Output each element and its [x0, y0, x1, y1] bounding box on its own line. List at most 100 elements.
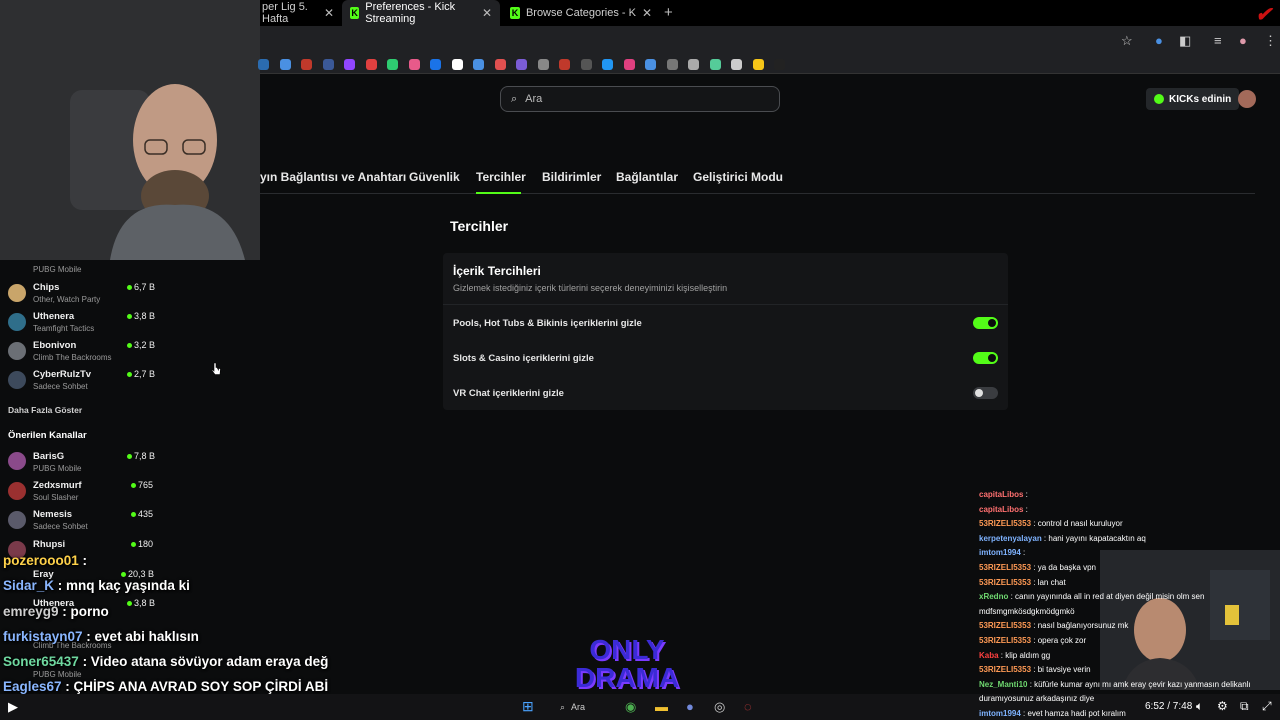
chat-text: : hani yayını kapatacaktın aq [1041, 533, 1146, 543]
discord-taskbar-icon[interactable]: ● [686, 699, 694, 714]
sidebar-channel-name[interactable]: Ebonivon [33, 340, 76, 351]
avatar[interactable] [8, 482, 26, 500]
kicks-button-label: KICKs edinin [1169, 93, 1232, 105]
sidebar-channel-name[interactable]: CyberRulzTv [33, 369, 91, 380]
settings-gear-icon[interactable]: ⚙ [1217, 699, 1228, 713]
tab-preferences[interactable]: K Preferences - Kick Streaming ✕ [342, 0, 500, 26]
toggle-hide-pools[interactable] [973, 317, 998, 329]
bookmark-icon[interactable] [688, 59, 699, 70]
bookmark-icon[interactable] [623, 59, 635, 70]
live-dot-icon [127, 454, 132, 459]
chat-username: Sidar_K [3, 578, 55, 593]
channel-category: Other, Watch Party [33, 295, 101, 304]
fullscreen-icon[interactable]: ⤢ [1262, 699, 1272, 714]
bookmark-icon[interactable] [365, 59, 377, 70]
taskbar-search[interactable]: ⌕ Ara [560, 700, 620, 714]
close-icon[interactable]: ✕ [324, 6, 334, 20]
bookmark-icon[interactable] [473, 59, 484, 70]
sidebar-channel-name[interactable]: Chips [33, 282, 59, 293]
extensions-puzzle-icon[interactable]: ◧ [1179, 33, 1191, 49]
avatar[interactable] [8, 371, 26, 389]
media-control-icon[interactable]: ≡ [1214, 33, 1222, 48]
close-icon[interactable]: ✕ [642, 6, 652, 20]
close-icon[interactable]: ✕ [482, 6, 492, 20]
toggle-hide-slots[interactable] [973, 352, 998, 364]
tab-divider [260, 193, 1255, 194]
viewer-count: 180 [138, 539, 154, 549]
chat-text: : control d nasıl kuruluyor [1031, 519, 1123, 529]
chat-text: : lan chat [1031, 577, 1066, 587]
new-tab-button[interactable]: + [664, 4, 673, 21]
bookmark-icon[interactable] [387, 59, 398, 70]
play-icon[interactable]: ▶ [8, 699, 18, 715]
folder-taskbar-icon[interactable]: ▬ [655, 699, 668, 714]
bookmark-icon[interactable] [709, 59, 721, 70]
tab-browse-categories[interactable]: K Browse Categories - Kick Strea ✕ [502, 0, 660, 26]
bookmark-icon[interactable] [645, 59, 656, 70]
bookmark-icon[interactable] [451, 59, 463, 70]
bookmark-icon[interactable] [344, 59, 355, 70]
profile-icon[interactable]: ● [1239, 33, 1247, 48]
tab-developer-mode[interactable]: Geliştirici Modu [693, 170, 783, 184]
stream-chat-message: capitaLibos : [979, 505, 1028, 514]
bookmark-icon[interactable] [322, 59, 334, 70]
avatar[interactable] [8, 342, 26, 360]
stream-chat-message: 53RIZELI5353 : opera çok zor [979, 636, 1086, 645]
stream-chat-message: imtom1994 : [979, 548, 1025, 557]
viewer-count: 435 [138, 509, 154, 519]
miniplayer-icon[interactable]: ⧉ [1240, 699, 1249, 714]
bookmark-icon[interactable] [602, 59, 613, 70]
bookmark-icon[interactable] [258, 59, 269, 70]
tab-stream-key[interactable]: yın Bağlantısı ve Anahtarı [260, 170, 406, 184]
tab-super-lig[interactable]: per Lig 5. Hafta ✕ [254, 0, 342, 26]
chat-username: furkistayn07 [3, 629, 83, 644]
tab-preferences-settings[interactable]: Tercihler [476, 170, 526, 184]
page-title: Tercihler [450, 218, 509, 234]
avatar[interactable] [8, 313, 26, 331]
avatar[interactable] [8, 284, 26, 302]
bookmark-icon[interactable] [580, 59, 592, 70]
bookmark-icon[interactable] [408, 59, 420, 70]
bookmark-icon[interactable] [752, 59, 764, 70]
sidebar-channel-name[interactable]: Nemesis [33, 509, 72, 520]
sidebar-channel-name[interactable]: Uthenera [33, 311, 74, 322]
steam-taskbar-icon[interactable]: ◎ [714, 699, 725, 715]
avatar[interactable] [1238, 90, 1256, 108]
avatar[interactable] [8, 511, 26, 529]
bookmark-icon[interactable] [430, 59, 441, 70]
bookmark-icon[interactable] [494, 59, 506, 70]
bookmark-icon[interactable] [731, 59, 742, 70]
get-kicks-button[interactable]: KICKs edinin [1146, 88, 1240, 110]
chrome-taskbar-icon[interactable]: ◉ [625, 699, 636, 715]
search-input[interactable]: ⌕ Ara [500, 86, 780, 112]
volume-icon[interactable]: 🔈︎ [1196, 699, 1203, 714]
bookmark-icon[interactable] [666, 59, 678, 70]
sidebar-channel-name[interactable]: Zedxsmurf [33, 480, 82, 491]
tab-security[interactable]: Güvenlik [409, 170, 460, 184]
bookmark-icon[interactable] [774, 59, 785, 70]
chat-text: : nasıl bağlanıyorsunuz mk [1031, 621, 1129, 631]
toggle-hide-vrchat[interactable] [973, 387, 998, 399]
avatar[interactable] [8, 452, 26, 470]
overlay-chat-message: pozerooo01 : [3, 553, 87, 568]
show-more-button[interactable]: Daha Fazla Göster [8, 405, 82, 415]
chat-text: mdfsmgmkösdgkmödgmkö [979, 606, 1075, 616]
sidebar-channel-name[interactable]: Rhupsi [33, 539, 65, 550]
stream-chat-message: 53RIZELI5353 : ya da başka vpn [979, 563, 1096, 572]
bookmark-star-icon[interactable]: ☆ [1121, 33, 1133, 49]
bookmark-icon[interactable] [301, 59, 312, 70]
sidebar-channel-name[interactable]: BarisG [33, 451, 64, 462]
tab-notifications[interactable]: Bildirimler [542, 170, 601, 184]
windows-start-icon[interactable]: ⊞ [522, 698, 534, 715]
bookmark-icon[interactable] [537, 59, 549, 70]
chat-text: : evet abi haklısın [82, 629, 199, 644]
tab-connections[interactable]: Bağlantılar [616, 170, 678, 184]
bookmark-icon[interactable] [279, 59, 291, 70]
opera-taskbar-icon[interactable]: ◌ [744, 699, 752, 714]
bookmark-icon[interactable] [559, 59, 570, 70]
menu-dots-icon[interactable]: ⋮ [1264, 33, 1277, 49]
chat-text: : evet hamza hadi pot kıralım [1020, 709, 1126, 718]
extension-icon[interactable]: ● [1155, 33, 1163, 48]
bookmark-icon[interactable] [516, 59, 527, 70]
channel-category: Sadece Sohbet [33, 382, 88, 391]
